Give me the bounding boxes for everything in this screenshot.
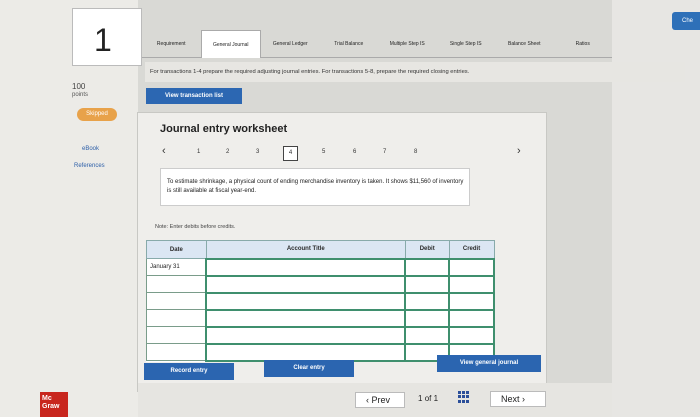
view-general-journal-button[interactable]: View general journal [437,355,541,372]
table-row [146,308,495,328]
step-6[interactable]: 6 [353,149,356,155]
step-7[interactable]: 7 [383,149,386,155]
tab-ratios[interactable]: Ratios [553,30,612,58]
current-page: 1 [418,394,423,403]
tab-trial-balance[interactable]: Trial Balance [319,30,378,58]
debit-input[interactable] [404,291,451,311]
mcgraw-logo: Mc Graw [40,392,68,417]
date-cell[interactable] [146,343,207,361]
debit-input[interactable] [404,274,451,294]
tab-balance-sheet[interactable]: Balance Sheet [495,30,554,58]
page-indicator: 1 of 1 [418,394,438,403]
next-button[interactable]: Next › [490,391,546,407]
total-pages: 1 [433,394,439,403]
chevron-left-icon[interactable]: ‹ [162,145,166,157]
account-title-input[interactable] [205,308,407,328]
date-cell[interactable] [146,292,207,310]
date-cell[interactable] [146,275,207,293]
points-value: 100 [72,82,86,91]
tab-multiple-step-is[interactable]: Multiple Step IS [378,30,437,58]
of-label: of [424,394,432,403]
table-row: January 31 [146,257,495,277]
date-cell[interactable]: January 31 [146,258,207,276]
column-header-account-title: Account Title [205,240,406,259]
credit-input[interactable] [448,325,495,345]
date-cell[interactable] [146,326,207,344]
column-header-debit: Debit [404,240,450,259]
account-title-input[interactable] [205,342,407,362]
record-entry-button[interactable]: Record entry [144,363,234,380]
tab-general-journal[interactable]: General Journal [200,30,261,58]
prev-button[interactable]: ‹ Prev [355,392,405,408]
tab-bar: Requirement General Journal General Ledg… [142,30,612,58]
ebook-link[interactable]: eBook [82,146,99,152]
credit-input[interactable] [448,291,495,311]
account-title-input[interactable] [205,257,407,277]
table-row [146,274,495,294]
view-transaction-list-button[interactable]: View transaction list [146,88,242,104]
worksheet-title: Journal entry worksheet [160,123,288,135]
step-3[interactable]: 3 [256,149,259,155]
references-link[interactable]: References [74,163,105,169]
clear-entry-button[interactable]: Clear entry [264,360,354,377]
debit-input[interactable] [404,308,451,328]
next-label: Next [501,394,520,404]
grid-icon[interactable] [458,391,469,403]
tab-general-ledger[interactable]: General Ledger [261,30,320,58]
step-5[interactable]: 5 [322,149,325,155]
step-1[interactable]: 1 [197,149,200,155]
table-row [146,325,495,345]
question-number: 1 [94,22,112,58]
column-header-credit: Credit [448,240,495,259]
points-label: points [72,92,89,98]
credit-input[interactable] [448,274,495,294]
table-row [146,291,495,311]
account-title-input[interactable] [205,274,407,294]
credit-input[interactable] [448,308,495,328]
step-4-active[interactable]: 4 [283,146,298,161]
date-cell[interactable] [146,309,207,327]
account-title-input[interactable] [205,325,407,345]
account-title-input[interactable] [205,291,407,311]
chevron-right-icon: › [519,394,526,404]
debit-input[interactable] [404,325,451,345]
transaction-description: To estimate shrinkage, a physical count … [160,168,470,206]
tab-requirement[interactable]: Requirement [142,30,201,58]
entry-note: Note: Enter debits before credits. [155,224,236,230]
instructions-text: For transactions 1-4 prepare the require… [145,62,685,82]
credit-input[interactable] [448,257,495,277]
chevron-right-icon[interactable]: › [517,145,521,157]
journal-entry-table: Date Account Title Debit Credit January … [146,240,495,362]
prev-label: Prev [371,395,391,405]
step-8[interactable]: 8 [414,149,417,155]
step-navigation: ‹ 1 2 3 4 5 6 7 8 › [160,145,540,161]
debit-input[interactable] [404,257,451,277]
check-button[interactable]: Che [672,12,700,30]
step-2[interactable]: 2 [226,149,229,155]
status-badge: Skipped [77,108,117,121]
tab-single-step-is[interactable]: Single Step IS [436,30,495,58]
column-header-date: Date [146,240,207,259]
